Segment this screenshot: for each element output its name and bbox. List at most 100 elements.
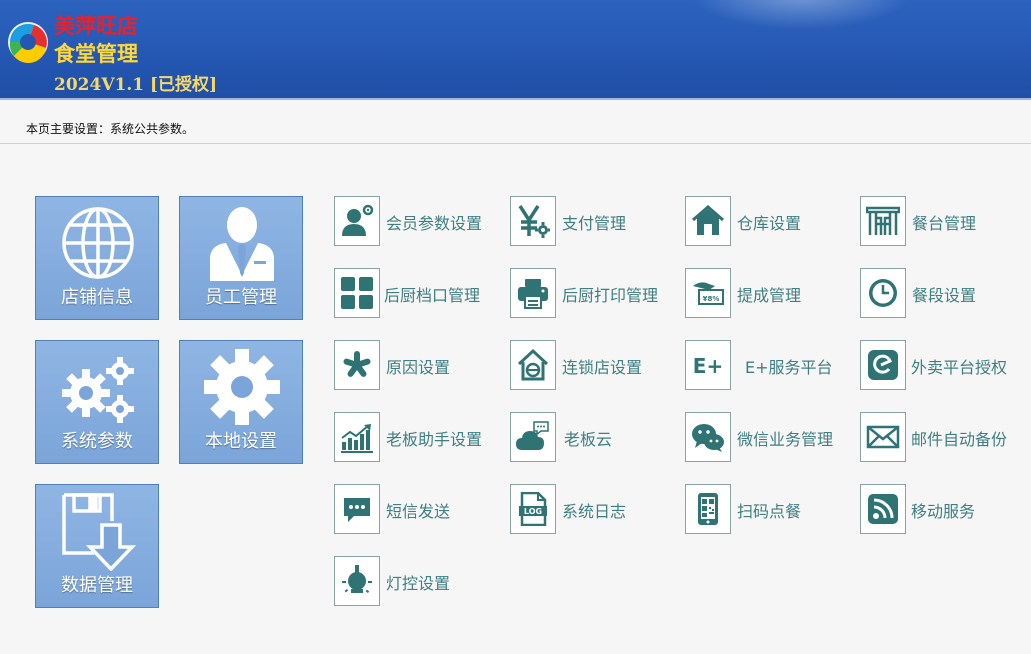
header-glow [691, 0, 911, 30]
item-icon-box [860, 484, 906, 534]
commission-icon: ¥8% [693, 282, 724, 305]
chart-icon [341, 424, 373, 453]
item-label: 微信业务管理 [737, 430, 834, 449]
item-icon-box [334, 412, 380, 462]
tile-store-info[interactable]: 店铺信息 [35, 196, 159, 320]
item-icon-box [334, 196, 380, 246]
item-icon-box [685, 412, 731, 462]
item-warehouse[interactable]: 仓库设置 [685, 196, 855, 246]
item-icon-box: E+ [685, 340, 731, 390]
item-label: E+服务平台 [745, 358, 833, 377]
item-mail-backup[interactable]: 邮件自动备份 [860, 412, 1030, 462]
employee-icon [210, 207, 274, 281]
item-label: 老板云 [564, 430, 613, 449]
item-payment[interactable]: 支付管理 [510, 196, 680, 246]
item-icon-box [510, 412, 556, 462]
item-label: 餐台管理 [912, 214, 977, 233]
item-boss-assistant[interactable]: 老板助手设置 [334, 412, 504, 462]
qr-phone-icon [698, 493, 718, 525]
item-label: 灯控设置 [386, 574, 451, 593]
item-eplus-platform[interactable]: E+ E+服务平台 [685, 340, 855, 390]
yuan-gear-icon [518, 205, 550, 238]
grid-icon [341, 277, 373, 309]
item-label: 连锁店设置 [562, 358, 643, 377]
svg-text:E+: E+ [693, 354, 723, 378]
brand-subtitle: 食堂管理 [54, 42, 138, 66]
item-system-log[interactable]: LOG 系统日志 [510, 484, 680, 534]
description-divider [0, 143, 1031, 144]
member-settings-icon [342, 204, 374, 236]
rss-icon [868, 494, 898, 524]
item-table-management[interactable]: 餐台管理 [860, 196, 1030, 246]
item-icon-box [334, 556, 380, 606]
wechat-icon [692, 424, 724, 452]
item-meal-period[interactable]: 餐段设置 [860, 268, 1030, 318]
item-icon-box: LOG [510, 484, 556, 534]
log-icon: LOG [519, 492, 547, 526]
item-label: 提成管理 [737, 286, 802, 305]
item-boss-cloud[interactable]: 老板云 [510, 412, 680, 462]
item-kitchen-stall[interactable]: 后厨档口管理 [334, 268, 504, 318]
app-header: 美萍旺店 食堂管理 2024V1.1 [已授权] [0, 0, 1031, 98]
item-label: 餐段设置 [912, 286, 977, 305]
item-icon-box [860, 412, 906, 462]
lamp-icon [342, 565, 372, 594]
item-lamp-control[interactable]: 灯控设置 [334, 556, 504, 606]
tile-data-management[interactable]: 数据管理 [35, 484, 159, 608]
item-chain-store[interactable]: 连锁店设置 [510, 340, 680, 390]
item-member-settings[interactable]: 会员参数设置 [334, 196, 504, 246]
item-kitchen-print[interactable]: 后厨打印管理 [510, 268, 680, 318]
printer-icon [518, 279, 548, 309]
item-icon-box [510, 340, 556, 390]
item-label: 会员参数设置 [386, 214, 483, 233]
logo-icon [8, 22, 48, 64]
page-description: 本页主要设置：系统公共参数。 [26, 122, 195, 136]
item-icon-box [860, 268, 906, 318]
table-icon [866, 206, 900, 235]
item-icon-box [685, 484, 731, 534]
item-label: 邮件自动备份 [911, 430, 1008, 449]
item-sms-send[interactable]: 短信发送 [334, 484, 504, 534]
item-icon-box [860, 196, 906, 246]
tile-label: 店铺信息 [61, 287, 133, 308]
tile-system-params[interactable]: 系统参数 [35, 340, 159, 464]
gear-icon [204, 349, 280, 425]
item-icon-box [860, 340, 906, 390]
clock-icon [869, 279, 897, 307]
item-mobile-service[interactable]: 移动服务 [860, 484, 1030, 534]
item-label: 移动服务 [911, 502, 976, 521]
save-download-icon [62, 493, 137, 571]
tile-label: 系统参数 [61, 431, 133, 452]
item-label: 支付管理 [562, 214, 627, 233]
item-label: 系统日志 [562, 502, 627, 521]
item-icon-box [685, 196, 731, 246]
tile-label: 本地设置 [205, 431, 277, 452]
gears-icon [62, 357, 134, 423]
item-scan-order[interactable]: 扫码点餐 [685, 484, 855, 534]
item-label: 后厨档口管理 [384, 286, 481, 305]
asterisk-icon [343, 351, 371, 377]
warehouse-icon [692, 205, 724, 235]
item-icon-box: ¥8% [685, 268, 731, 318]
tile-local-settings[interactable]: 本地设置 [179, 340, 303, 464]
item-takeout-auth[interactable]: 外卖平台授权 [860, 340, 1030, 390]
item-label: 老板助手设置 [386, 430, 483, 449]
item-wechat[interactable]: 微信业务管理 [685, 412, 855, 462]
tile-employee[interactable]: 员工管理 [179, 196, 303, 320]
version-label: 2024V1.1 [已授权] [54, 75, 218, 95]
item-icon-box [334, 340, 380, 390]
header-divider [0, 98, 1031, 100]
brand-name: 美萍旺店 [54, 14, 138, 38]
item-commission[interactable]: ¥8% 提成管理 [685, 268, 855, 318]
item-icon-box [334, 484, 380, 534]
sms-icon [344, 498, 370, 522]
item-icon-box [334, 268, 380, 318]
item-icon-box [510, 196, 556, 246]
item-label: 短信发送 [386, 502, 451, 521]
item-label: 原因设置 [386, 358, 451, 377]
mail-icon [866, 425, 900, 449]
svg-text:¥8%: ¥8% [703, 295, 720, 303]
item-label: 仓库设置 [737, 214, 802, 233]
item-reason-settings[interactable]: 原因设置 [334, 340, 504, 390]
cloud-icon [516, 421, 549, 450]
